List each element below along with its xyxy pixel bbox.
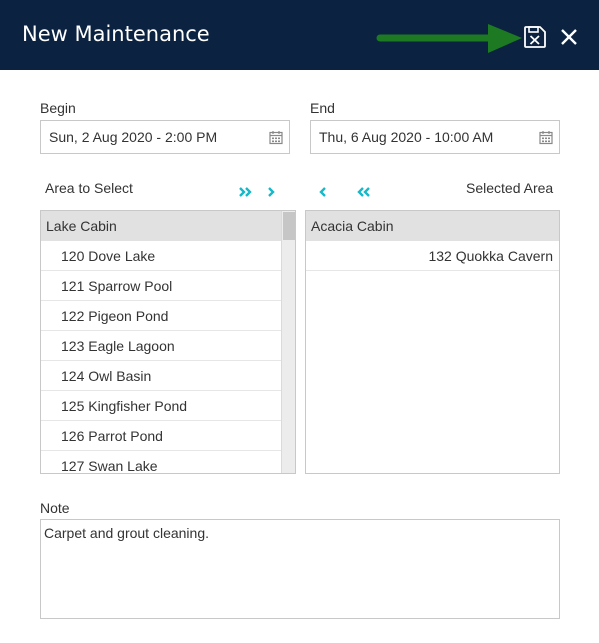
list-scrollbar[interactable] bbox=[281, 211, 295, 473]
selected-areas-list[interactable]: Acacia Cabin 132 Quokka Cavern bbox=[305, 210, 560, 474]
dialog-header: New Maintenance bbox=[0, 0, 599, 70]
move-right-icon[interactable] bbox=[264, 183, 280, 201]
list-item[interactable]: 125 Kingfisher Pond bbox=[41, 391, 281, 421]
end-date-field[interactable]: Thu, 6 Aug 2020 - 10:00 AM bbox=[310, 120, 560, 154]
group-header: Acacia Cabin bbox=[306, 211, 559, 241]
note-label: Note bbox=[40, 500, 70, 516]
end-label: End bbox=[310, 100, 335, 116]
note-value: Carpet and grout cleaning. bbox=[44, 525, 209, 541]
list-item[interactable]: 122 Pigeon Pond bbox=[41, 301, 281, 331]
list-item[interactable]: 121 Sparrow Pool bbox=[41, 271, 281, 301]
move-left-icon[interactable] bbox=[315, 183, 331, 201]
close-icon[interactable] bbox=[558, 26, 580, 48]
begin-date-field[interactable]: Sun, 2 Aug 2020 - 2:00 PM bbox=[40, 120, 290, 154]
list-item[interactable]: 124 Owl Basin bbox=[41, 361, 281, 391]
calendar-icon[interactable] bbox=[269, 130, 283, 145]
list-item[interactable]: 126 Parrot Pond bbox=[41, 421, 281, 451]
calendar-icon[interactable] bbox=[539, 130, 553, 145]
begin-label: Begin bbox=[40, 100, 76, 116]
group-header: Lake Cabin bbox=[41, 211, 281, 241]
available-areas-list[interactable]: Lake Cabin 120 Dove Lake 121 Sparrow Poo… bbox=[40, 210, 296, 474]
note-textarea[interactable]: Carpet and grout cleaning. bbox=[40, 519, 560, 619]
dialog-title: New Maintenance bbox=[22, 22, 210, 46]
move-all-left-icon[interactable] bbox=[355, 183, 371, 201]
list-item[interactable]: 132 Quokka Cavern bbox=[306, 241, 559, 271]
move-all-right-icon[interactable] bbox=[238, 183, 254, 201]
end-date-value: Thu, 6 Aug 2020 - 10:00 AM bbox=[319, 129, 494, 145]
annotation-arrow bbox=[376, 24, 522, 53]
save-cancel-icon[interactable] bbox=[523, 25, 547, 49]
list-item[interactable]: 120 Dove Lake bbox=[41, 241, 281, 271]
begin-date-value: Sun, 2 Aug 2020 - 2:00 PM bbox=[49, 129, 218, 145]
list-item[interactable]: 123 Eagle Lagoon bbox=[41, 331, 281, 361]
selected-area-title: Selected Area bbox=[466, 180, 554, 196]
scrollbar-thumb[interactable] bbox=[283, 212, 295, 240]
list-item[interactable]: 127 Swan Lake bbox=[41, 451, 281, 473]
area-to-select-title: Area to Select bbox=[45, 180, 133, 196]
